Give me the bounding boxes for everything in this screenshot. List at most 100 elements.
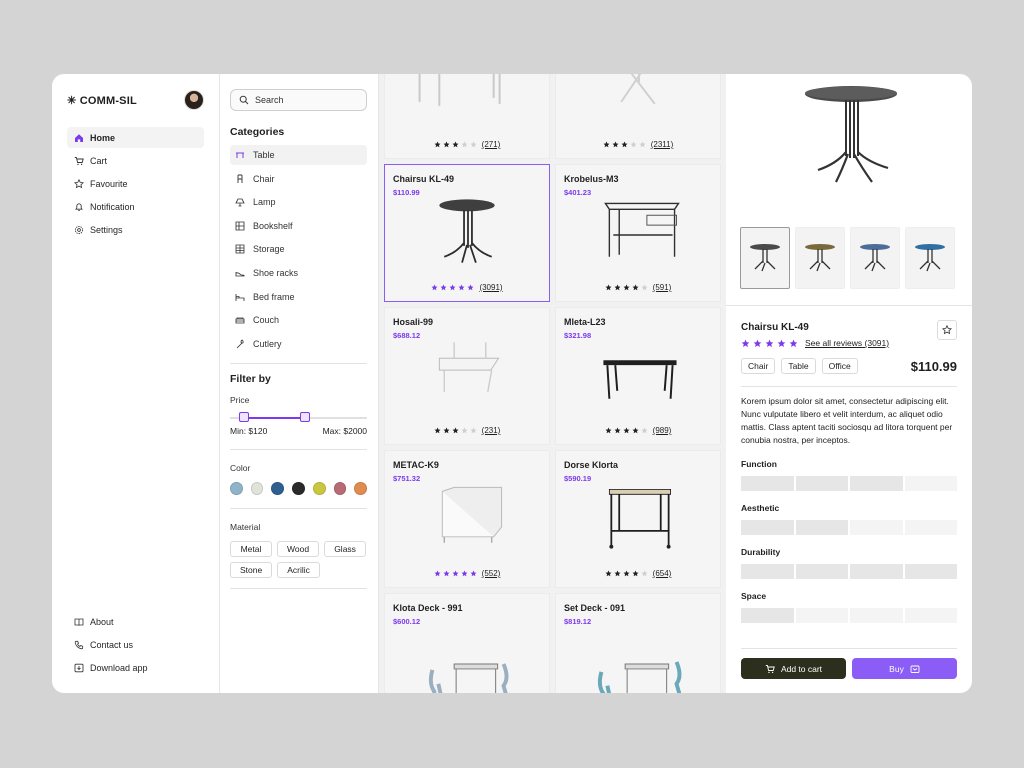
product-detail: Chairsu KL-49 See all reviews (3091) Cha… — [726, 74, 972, 693]
category-cutlery[interactable]: Cutlery — [230, 334, 367, 354]
category-bookshelf[interactable]: Bookshelf — [230, 216, 367, 236]
material-chip-stone[interactable]: Stone — [230, 561, 273, 578]
color-swatch[interactable] — [292, 481, 305, 495]
category-table[interactable]: Table — [230, 145, 367, 165]
search-input[interactable]: Search — [230, 89, 367, 111]
metric-bar — [741, 476, 957, 491]
review-count[interactable]: (591) — [653, 283, 672, 292]
review-count[interactable]: (552) — [482, 569, 501, 578]
category-list: Table Chair Lamp Bookshelf Storage Shoe racks… — [230, 145, 367, 354]
rating-star — [449, 284, 456, 291]
product-grid-area[interactable]: (271) (2311) Chairsu KL-49 $110.99 (3091) Kro… — [379, 74, 726, 693]
material-chip-metal[interactable]: Metal — [230, 540, 272, 557]
divider — [230, 362, 367, 364]
color-swatch[interactable] — [333, 481, 347, 495]
tag-table[interactable]: Table — [781, 358, 816, 374]
material-chip-acrilic[interactable]: Acrilic — [277, 561, 320, 578]
product-thumbnail[interactable] — [905, 227, 955, 289]
add-to-cart-button[interactable]: Add to cart — [741, 658, 846, 679]
review-count[interactable]: (3091) — [479, 283, 502, 292]
metric-segment — [904, 520, 957, 535]
color-swatch[interactable] — [250, 481, 264, 495]
cart-icon — [74, 156, 84, 166]
product-card[interactable]: Krobelus-M3 $401.23 (591) — [555, 164, 721, 302]
product-card[interactable]: METAC-K9 $751.32 (552) — [384, 450, 550, 588]
tag-office[interactable]: Office — [821, 358, 858, 374]
main-menu: Home Cart Favourite Notification Settings — [67, 127, 204, 240]
rating-star — [440, 284, 447, 291]
review-count[interactable]: (654) — [653, 569, 672, 578]
category-lamp[interactable]: Lamp — [230, 192, 367, 212]
product-thumbnail[interactable] — [740, 227, 790, 289]
avatar[interactable] — [184, 90, 204, 110]
storage-icon — [235, 244, 245, 254]
nav-item-label: Cart — [90, 155, 108, 166]
nav-item-label: Settings — [90, 224, 123, 235]
review-count[interactable]: (231) — [482, 426, 501, 435]
product-rating: (271) — [385, 140, 549, 149]
see-all-reviews-link[interactable]: See all reviews (3091) — [805, 338, 889, 348]
thumbnail-image — [860, 244, 890, 272]
product-card[interactable]: (271) — [384, 74, 550, 159]
brand: ✳ COMM-SIL — [67, 90, 204, 110]
rating-star — [605, 284, 612, 291]
material-chip-wood[interactable]: Wood — [277, 540, 320, 557]
rating-metrics: Function Aesthetic Durability Space — [741, 459, 957, 623]
color-swatch[interactable] — [354, 481, 368, 495]
couch-icon — [235, 315, 245, 325]
product-card[interactable]: Set Deck - 091 $819.12 — [555, 593, 721, 693]
product-title: Chairsu KL-49 — [741, 322, 809, 333]
category-shoe-racks[interactable]: Shoe racks — [230, 263, 367, 283]
metric-function: Function — [741, 459, 957, 491]
product-thumbnail[interactable] — [850, 227, 900, 289]
category-storage[interactable]: Storage — [230, 239, 367, 259]
product-card[interactable]: Klota Deck - 991 $600.12 — [384, 593, 550, 693]
tag-row: Chair Table Office $110.99 — [741, 358, 957, 374]
rating-star — [614, 284, 621, 291]
color-swatch[interactable] — [230, 481, 243, 495]
rating-star — [641, 427, 648, 434]
nav-item-about[interactable]: About — [67, 611, 204, 632]
product-card[interactable]: Dorse Klorta $590.19 (654) — [555, 450, 721, 588]
brand-name: COMM-SIL — [79, 94, 137, 107]
metric-segment — [741, 520, 794, 535]
metric-segment — [850, 564, 903, 579]
slider-min-handle[interactable] — [238, 411, 249, 422]
rating-star — [641, 570, 648, 577]
product-card[interactable]: Chairsu KL-49 $110.99 (3091) — [384, 164, 550, 302]
buy-button[interactable]: Buy — [852, 658, 957, 679]
product-card[interactable]: Hosali-99 $688.12 (231) — [384, 307, 550, 445]
nav-item-notification[interactable]: Notification — [67, 196, 204, 217]
filter-panel: Search Categories Table Chair Lamp Bookshel… — [220, 74, 379, 693]
brand-logo[interactable]: ✳ COMM-SIL — [67, 94, 137, 107]
category-couch[interactable]: Couch — [230, 310, 367, 330]
nav-item-settings[interactable]: Settings — [67, 219, 204, 240]
tag-chair[interactable]: Chair — [741, 358, 776, 374]
nav-item-contact-us[interactable]: Contact us — [67, 634, 204, 655]
slider-max-handle[interactable] — [300, 411, 311, 422]
product-card[interactable]: (2311) — [555, 74, 721, 159]
nav-item-favourite[interactable]: Favourite — [67, 173, 204, 194]
price-slider[interactable] — [230, 411, 367, 425]
color-label: Color — [230, 462, 251, 473]
rating-star — [605, 427, 612, 434]
review-count[interactable]: (989) — [653, 426, 672, 435]
product-thumbnail[interactable] — [795, 227, 845, 289]
thumbnail-image — [915, 244, 945, 272]
material-chip-glass[interactable]: Glass — [324, 540, 367, 557]
favourite-button[interactable] — [937, 320, 957, 340]
metric-bar — [741, 564, 957, 579]
product-name: Klota Deck - 991 — [393, 603, 463, 613]
color-swatch[interactable] — [271, 481, 285, 495]
color-swatch[interactable] — [312, 481, 326, 495]
nav-item-cart[interactable]: Cart — [67, 150, 204, 171]
category-bed-frame[interactable]: Bed frame — [230, 287, 367, 307]
review-count[interactable]: (2311) — [651, 140, 674, 149]
category-chair[interactable]: Chair — [230, 169, 367, 189]
app-window: ✳ COMM-SIL Home Cart Favourite Notification… — [52, 74, 972, 693]
product-card[interactable]: Mleta-L23 $321.98 (989) — [555, 307, 721, 445]
nav-item-download-app[interactable]: Download app — [67, 657, 204, 678]
nav-item-home[interactable]: Home — [67, 127, 204, 148]
review-count[interactable]: (271) — [482, 140, 501, 149]
rating-star — [458, 284, 465, 291]
